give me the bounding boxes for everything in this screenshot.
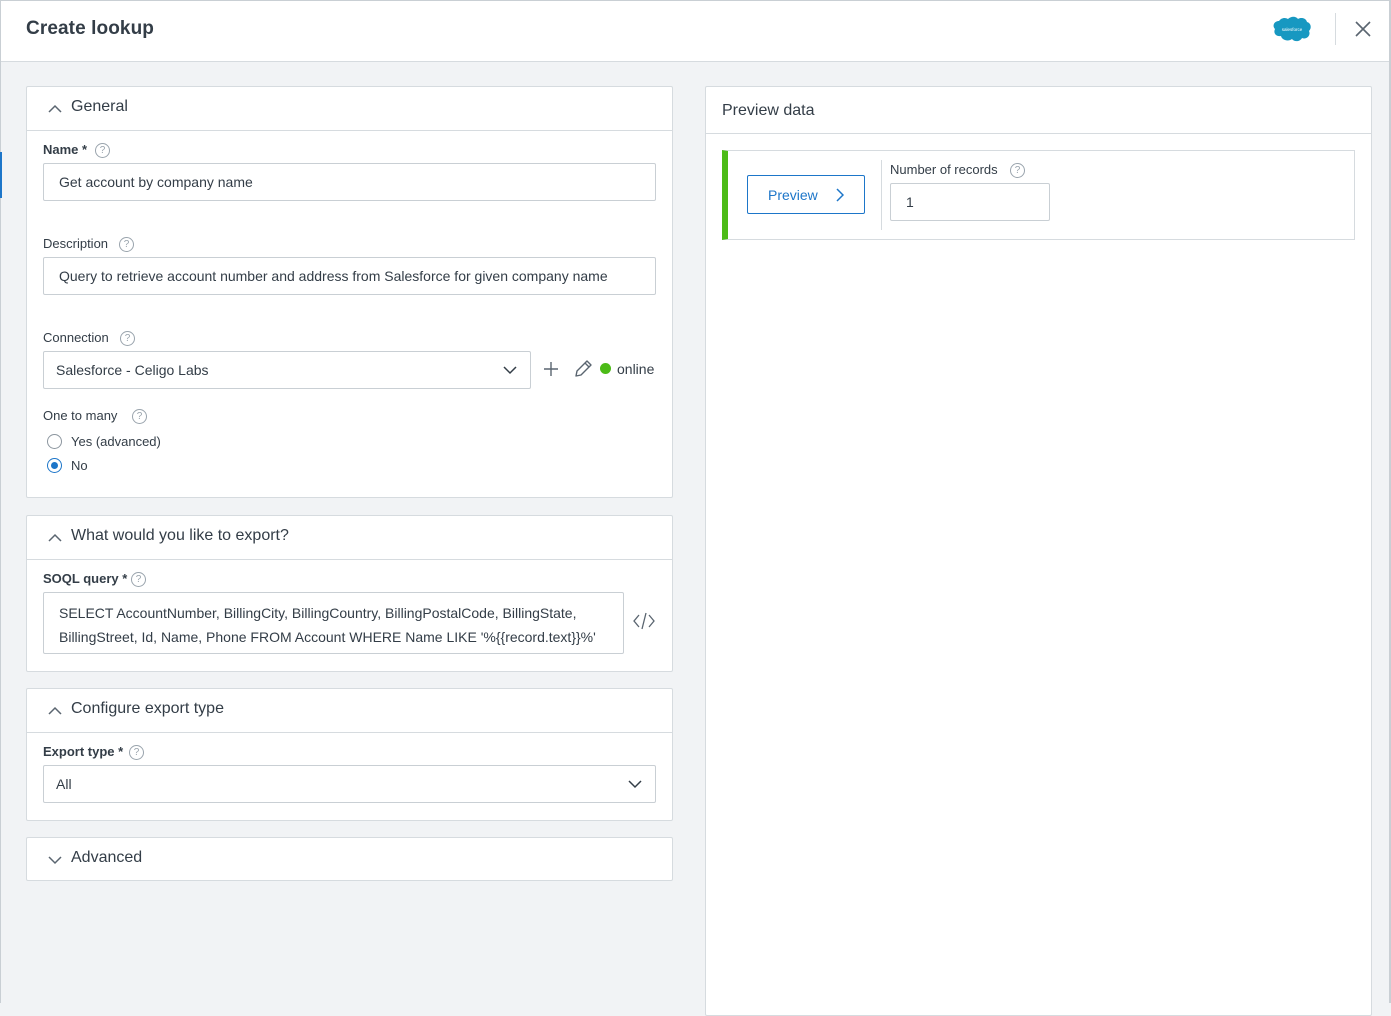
number-of-records-value: 1 [906, 194, 914, 210]
number-of-records-input[interactable]: 1 [890, 183, 1050, 221]
soql-query-line-1: SELECT AccountNumber, BillingCity, Billi… [59, 605, 577, 621]
left-edge-accent [0, 152, 2, 198]
chevron-up-icon[interactable] [47, 531, 63, 545]
name-input-value: Get account by company name [59, 174, 253, 190]
export-type-panel-title: Configure export type [71, 700, 224, 717]
name-label: Name * [43, 142, 88, 157]
export-type-select[interactable]: All [43, 765, 656, 803]
soql-help-icon[interactable]: ? [131, 572, 146, 587]
export-panel-header[interactable]: What would you like to export? [27, 516, 672, 560]
preview-panel-header: Preview data [706, 87, 1371, 134]
preview-panel-title: Preview data [722, 102, 815, 119]
code-editor-icon[interactable] [632, 611, 656, 631]
radio-yes-advanced[interactable] [47, 434, 62, 449]
general-panel-header[interactable]: General [27, 87, 672, 131]
radio-no-label: No [71, 458, 88, 473]
dialog-header: Create lookup salesforce [1, 1, 1389, 62]
soql-query-textarea[interactable]: SELECT AccountNumber, BillingCity, Billi… [43, 592, 624, 654]
connection-label: Connection [43, 330, 109, 345]
header-divider [1335, 13, 1336, 45]
chevron-down-icon [503, 366, 517, 375]
advanced-panel-header[interactable]: Advanced [27, 838, 672, 882]
salesforce-logo-text: salesforce [1282, 27, 1303, 32]
records-help-icon[interactable]: ? [1010, 163, 1025, 178]
frame-border-top [0, 0, 1391, 1]
export-type-select-value: All [56, 776, 72, 792]
chevron-down-icon[interactable] [47, 853, 63, 867]
name-input[interactable]: Get account by company name [43, 163, 656, 201]
description-input[interactable]: Query to retrieve account number and add… [43, 257, 656, 295]
dialog-title: Create lookup [26, 18, 154, 39]
chevron-up-icon[interactable] [47, 704, 63, 718]
frame-border-left [0, 0, 1, 1003]
soql-query-line-2: BillingStreet, Id, Name, Phone FROM Acco… [59, 629, 596, 645]
export-type-panel-header[interactable]: Configure export type [27, 689, 672, 733]
connection-select-value: Salesforce - Celigo Labs [56, 362, 209, 378]
one-to-many-label: One to many [43, 408, 118, 423]
preview-toolbar-divider [881, 160, 882, 230]
radio-no[interactable] [47, 458, 62, 473]
add-connection-icon[interactable] [543, 361, 559, 377]
radio-yes-advanced-label: Yes (advanced) [71, 434, 161, 449]
online-status-dot [600, 363, 611, 374]
connection-status-text: online [617, 361, 655, 377]
advanced-panel-title: Advanced [71, 849, 143, 866]
general-panel-title: General [71, 98, 128, 115]
description-label: Description [43, 236, 109, 251]
chevron-right-icon [836, 188, 844, 202]
close-icon[interactable] [1353, 19, 1373, 39]
name-help-icon[interactable]: ? [95, 143, 110, 158]
advanced-panel[interactable]: Advanced [26, 837, 673, 881]
chevron-up-icon[interactable] [47, 102, 63, 116]
preview-button[interactable]: Preview [747, 175, 865, 214]
one-to-many-help-icon[interactable]: ? [132, 409, 147, 424]
export-type-help-icon[interactable]: ? [129, 745, 144, 760]
chevron-down-icon [628, 780, 642, 789]
export-panel-title: What would you like to export? [71, 527, 289, 544]
edit-connection-pencil-icon[interactable] [572, 358, 594, 380]
number-of-records-label: Number of records [890, 162, 998, 177]
export-type-label: Export type * [43, 744, 124, 759]
connection-help-icon[interactable]: ? [120, 331, 135, 346]
description-input-value: Query to retrieve account number and add… [59, 268, 608, 284]
salesforce-logo-icon: salesforce [1273, 16, 1311, 42]
soql-query-label: SOQL query * [43, 571, 128, 586]
preview-button-label: Preview [768, 187, 818, 203]
description-help-icon[interactable]: ? [119, 237, 134, 252]
connection-select[interactable]: Salesforce - Celigo Labs [43, 351, 531, 389]
